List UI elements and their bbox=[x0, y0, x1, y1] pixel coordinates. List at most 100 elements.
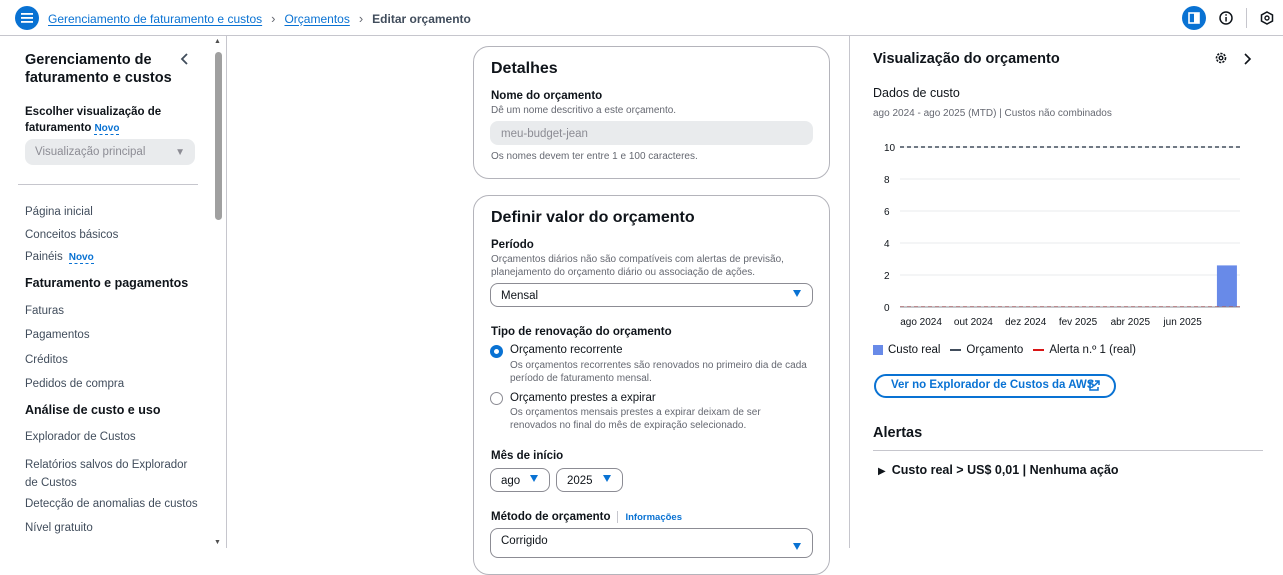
sidebar-item-cost-explorer[interactable]: Explorador de Custos bbox=[25, 431, 136, 443]
scroll-up-icon[interactable]: ▲ bbox=[214, 38, 221, 45]
cost-explorer-button-label: Ver no Explorador de Custos da AWS bbox=[891, 379, 1095, 391]
bar bbox=[1216, 265, 1237, 307]
gear-icon[interactable] bbox=[1214, 51, 1228, 70]
external-link-icon bbox=[1089, 380, 1100, 394]
split-panel-icon[interactable] bbox=[1182, 6, 1206, 30]
y-tick-label: 8 bbox=[884, 175, 890, 186]
method-select[interactable]: Corrigido bbox=[490, 528, 813, 558]
method-divider bbox=[617, 511, 619, 523]
details-title: Detalhes bbox=[491, 60, 558, 77]
sidebar-item-saved-reports[interactable]: Relatórios salvos do Explorador de Custo… bbox=[25, 456, 195, 492]
breadcrumb-budgets[interactable]: Orçamentos bbox=[284, 12, 349, 26]
alert-row-label: Custo real > US$ 0,01 | Nenhuma ação bbox=[891, 463, 1119, 477]
sidebar-item-home[interactable]: Página inicial bbox=[25, 206, 93, 218]
alert-expandable-row[interactable]: ▶ Custo real > US$ 0,01 | Nenhuma ação bbox=[878, 463, 1119, 477]
renewal-label: Tipo de renovação do orçamento bbox=[491, 326, 672, 338]
y-tick-label: 10 bbox=[884, 143, 896, 154]
period-desc: Orçamentos diários não são compatíveis c… bbox=[491, 254, 784, 278]
start-month-value: ago bbox=[501, 475, 521, 487]
main-content: Detalhes Nome do orçamento Dê um nome de… bbox=[227, 36, 849, 575]
sidebar-item-invoices[interactable]: Faturas bbox=[25, 305, 64, 317]
info-icon[interactable] bbox=[1214, 6, 1238, 30]
legend-budget: Orçamento bbox=[950, 344, 1023, 356]
cost-chart: 0 2 4 6 8 10 ago 2024 out 2024 dez 2024 fev 2025 a… bbox=[884, 143, 1240, 328]
new-badge: Novo bbox=[94, 123, 120, 135]
caret-down-icon bbox=[603, 475, 611, 482]
x-tick-label: abr 2025 bbox=[1111, 317, 1151, 328]
scroll-down-icon[interactable]: ▼ bbox=[214, 539, 221, 546]
y-tick-label: 0 bbox=[884, 303, 890, 314]
x-tick-label: fev 2025 bbox=[1059, 317, 1098, 328]
start-year-value: 2025 bbox=[567, 475, 593, 487]
expiring-label[interactable]: Orçamento prestes a expirar bbox=[510, 392, 656, 404]
chevron-right-icon[interactable] bbox=[1242, 52, 1252, 70]
chevron-right-icon: › bbox=[358, 11, 364, 26]
budget-name-label: Nome do orçamento bbox=[491, 90, 603, 102]
chevron-left-icon[interactable] bbox=[180, 52, 190, 68]
breadcrumb-billing[interactable]: Gerenciamento de faturamento e custos bbox=[48, 12, 262, 26]
recurring-label[interactable]: Orçamento recorrente bbox=[510, 344, 623, 356]
legend-actual: Custo real bbox=[873, 344, 940, 356]
sidebar-item-purchase-orders[interactable]: Pedidos de compra bbox=[25, 378, 124, 390]
y-tick-label: 2 bbox=[884, 271, 890, 282]
billing-view-value: Visualização principal bbox=[35, 146, 146, 158]
section-header-cost: Análise de custo e uso bbox=[25, 403, 161, 417]
sidebar-divider bbox=[18, 184, 198, 185]
sidebar-item-basics[interactable]: Conceitos básicos bbox=[25, 229, 118, 241]
menu-icon[interactable] bbox=[15, 6, 39, 30]
period-select[interactable]: Mensal bbox=[490, 283, 813, 307]
legend-actual-label: Custo real bbox=[888, 344, 941, 356]
details-card: Detalhes Nome do orçamento Dê um nome de… bbox=[473, 46, 830, 179]
budget-name-desc: Dê um nome descritivo a este orçamento. bbox=[491, 105, 677, 116]
scrollbar-thumb[interactable] bbox=[215, 52, 222, 220]
sidebar-scrollbar[interactable]: ▲ ▼ bbox=[213, 36, 225, 548]
method-value: Corrigido bbox=[501, 535, 548, 547]
toolbar-divider bbox=[1246, 8, 1247, 28]
expiring-radio[interactable] bbox=[490, 392, 503, 405]
recurring-radio[interactable] bbox=[490, 345, 503, 358]
start-month-select[interactable]: ago bbox=[490, 468, 550, 492]
chevron-right-icon: › bbox=[271, 11, 276, 26]
y-tick-label: 6 bbox=[884, 207, 890, 218]
amount-card: Definir valor do orçamento Período Orçam… bbox=[473, 195, 830, 575]
legend-alert-swatch bbox=[1033, 349, 1045, 351]
budget-name-input[interactable]: meu-budget-jean bbox=[490, 121, 813, 145]
period-value: Mensal bbox=[501, 290, 539, 302]
legend-actual-swatch bbox=[873, 345, 883, 355]
recurring-desc: Os orçamentos recorrentes são renovados … bbox=[510, 360, 807, 384]
cost-data-subtitle: Dados de custo bbox=[873, 86, 960, 100]
amount-title: Definir valor do orçamento bbox=[491, 209, 695, 226]
cost-range: ago 2024 - ago 2025 (MTD) | Custos não c… bbox=[873, 108, 1112, 119]
billing-view-select[interactable]: Visualização principal ▼ bbox=[25, 139, 195, 165]
expiring-desc: Os orçamentos mensais prestes a expirar … bbox=[510, 407, 761, 431]
alerts-title: Alertas bbox=[873, 425, 923, 441]
sidebar-item-dashboards[interactable]: Painéis Novo bbox=[25, 251, 94, 264]
caret-down-icon bbox=[530, 475, 538, 482]
breadcrumb-current: Editar orçamento bbox=[372, 11, 471, 26]
method-row: Método de orçamento Informações bbox=[491, 511, 682, 523]
billing-view-label: Escolher visualização de faturamento Novo bbox=[25, 104, 195, 137]
cost-explorer-button[interactable]: Ver no Explorador de Custos da AWS bbox=[874, 374, 1116, 398]
method-info-link[interactable]: Informações bbox=[625, 512, 682, 523]
x-tick-label: jun 2025 bbox=[1162, 317, 1202, 328]
start-month-label: Mês de início bbox=[491, 450, 564, 462]
legend-alert: Alerta n.º 1 (real) bbox=[1033, 344, 1136, 356]
budget-name-hint: Os nomes devem ter entre 1 e 100 caracte… bbox=[491, 151, 698, 162]
caret-down-icon bbox=[793, 290, 801, 297]
sidebar-item-anomaly[interactable]: Detecção de anomalias de custos bbox=[25, 498, 198, 510]
legend-budget-label: Orçamento bbox=[966, 344, 1024, 356]
sidebar-item-dashboards-label: Painéis bbox=[25, 251, 63, 263]
sidebar-item-credits[interactable]: Créditos bbox=[25, 354, 68, 366]
section-header-billing: Faturamento e pagamentos bbox=[25, 276, 189, 290]
sidebar-item-payments[interactable]: Pagamentos bbox=[25, 329, 90, 341]
chart-legend: Custo real Orçamento Alerta n.º 1 (real) bbox=[873, 344, 1146, 356]
legend-budget-swatch bbox=[950, 349, 962, 351]
start-year-select[interactable]: 2025 bbox=[556, 468, 623, 492]
settings-hex-icon[interactable] bbox=[1255, 6, 1279, 30]
y-tick-label: 4 bbox=[884, 239, 890, 250]
alerts-divider bbox=[873, 450, 1263, 451]
period-label: Período bbox=[491, 239, 534, 251]
x-tick-label: out 2024 bbox=[954, 317, 993, 328]
caret-right-icon: ▶ bbox=[878, 466, 886, 477]
sidebar-item-free-tier[interactable]: Nível gratuito bbox=[25, 522, 93, 534]
